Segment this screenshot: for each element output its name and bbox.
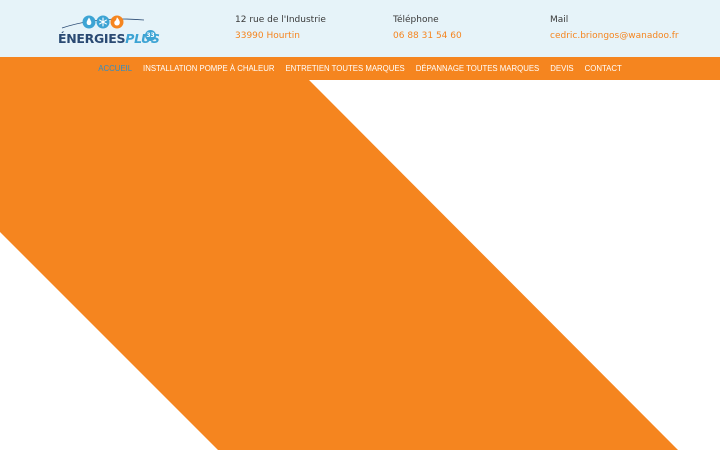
address-city: 33990 Hourtin [235, 31, 300, 41]
logo-word-energies: ÉNERGIES [58, 31, 126, 46]
snowflake-icon [96, 15, 110, 29]
nav-item-accueil[interactable]: ACCUEIL [93, 64, 138, 73]
address-street: 12 rue de l'Industrie [235, 15, 326, 25]
nav-item-installation-pompe-a-chaleur[interactable]: INSTALLATION POMPE À CHALEUR [138, 64, 280, 73]
nav-item-entretien[interactable]: ENTRETIEN TOUTES MARQUES [280, 64, 410, 73]
site-logo[interactable]: ÉNERGIESPLUS 33 [58, 14, 160, 48]
nav-item-devis[interactable]: DEVIS [545, 64, 579, 73]
page: ÉNERGIESPLUS 33 12 rue de l'Industrie 33… [0, 0, 720, 450]
nav-list: ACCUEIL INSTALLATION POMPE À CHALEUR ENT… [0, 57, 720, 80]
hero-diagonal-shape [0, 80, 678, 450]
flame-icon [110, 15, 124, 29]
phone-block: Téléphone 06 88 31 54 60 [393, 12, 462, 44]
phone-link[interactable]: 06 88 31 54 60 [393, 28, 462, 44]
hero-banner [0, 80, 720, 450]
site-header: ÉNERGIESPLUS 33 12 rue de l'Industrie 33… [0, 0, 720, 57]
nav-item-depannage[interactable]: DÉPANNAGE TOUTES MARQUES [410, 64, 544, 73]
mail-label: Mail [550, 15, 569, 25]
logo-badge: 33 [145, 30, 156, 41]
mail-block: Mail cedric.briongos@wanadoo.fr [550, 12, 679, 44]
water-drop-icon [82, 15, 96, 29]
nav-item-contact[interactable]: CONTACT [579, 64, 627, 73]
logo-icons [82, 14, 126, 30]
address-block: 12 rue de l'Industrie 33990 Hourtin [235, 12, 326, 44]
main-nav: ACCUEIL INSTALLATION POMPE À CHALEUR ENT… [0, 57, 720, 80]
phone-label: Téléphone [393, 15, 439, 25]
mail-link[interactable]: cedric.briongos@wanadoo.fr [550, 28, 679, 44]
